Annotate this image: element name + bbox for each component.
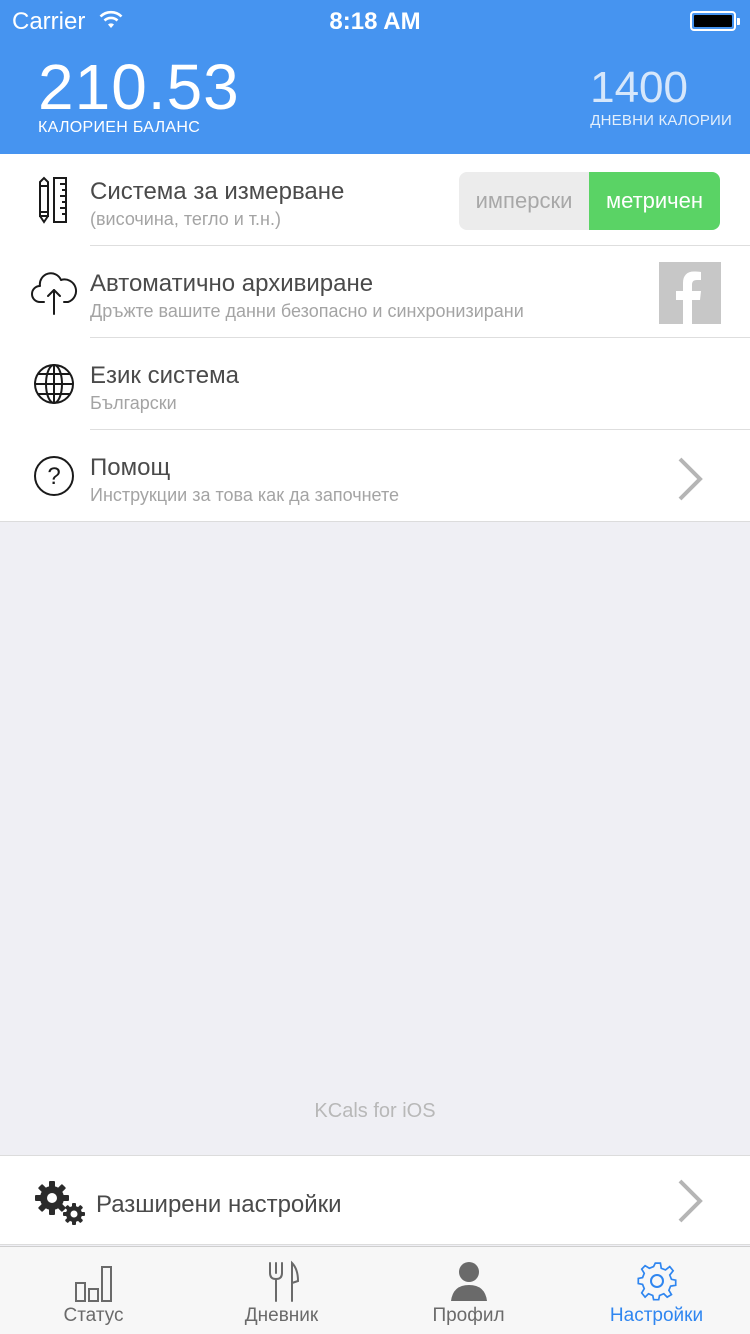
pencil-ruler-icon [39,176,67,224]
settings-list: Система за измерване (височина, тегло и … [0,154,750,522]
tab-status[interactable]: Статус [0,1247,187,1334]
fork-knife-icon [268,1260,299,1302]
advanced-settings-label: Разширени настройки [96,1191,342,1218]
measurement-system-row: Система за измерване (височина, тегло и … [0,154,750,246]
question-circle-icon: ? [34,456,74,496]
tab-profile[interactable]: Профил [375,1247,562,1334]
help-row[interactable]: ? Помощ Инструкции за това как да започн… [0,430,750,522]
tab-diary-label: Дневник [244,1305,319,1326]
imperial-option[interactable]: имперски [459,172,589,230]
auto-backup-row[interactable]: Автоматично архивиране Дръжте вашите дан… [0,246,750,338]
advanced-settings-row[interactable]: Разширени настройки [0,1155,750,1245]
battery-icon [690,11,740,31]
measurement-subtitle: (височина, тегло и т.н.) [90,209,281,229]
chevron-right-icon [678,457,703,501]
measurement-title: Система за измерване [90,178,345,205]
auto-backup-title: Автоматично архивиране [90,270,374,297]
app-version-label: KCals for iOS [314,1100,436,1122]
language-row[interactable]: Език система Български [0,338,750,430]
help-subtitle: Инструкции за това как да започнете [90,485,399,505]
daily-calories-value: 1400 [590,63,688,112]
calorie-header: Carrier 8:18 AM 210.53 КАЛОРИЕН БАЛАНС 1… [0,0,750,154]
bar-chart-icon [74,1266,112,1302]
cloud-upload-icon [31,272,78,315]
gear-icon [636,1262,677,1301]
clock: 8:18 AM [329,8,421,35]
tab-bar: Статус Дневник Профил Настройки [0,1246,750,1334]
daily-calories-label: ДНЕВНИ КАЛОРИИ [590,112,732,129]
language-title: Език система [90,362,239,389]
calorie-balance-value: 210.53 [38,51,240,123]
tab-status-label: Статус [63,1305,124,1326]
auto-backup-subtitle: Дръжте вашите данни безопасно и синхрони… [90,301,524,321]
settings-screen: Carrier 8:18 AM 210.53 КАЛОРИЕН БАЛАНС 1… [0,0,750,1334]
tab-diary[interactable]: Дневник [188,1247,375,1334]
help-title: Помощ [90,454,171,481]
metric-option[interactable]: метричен [589,172,720,230]
tab-settings-label: Настройки [609,1305,704,1326]
person-icon [450,1262,487,1301]
language-value: Български [90,393,177,413]
unit-segmented-control[interactable]: имперски метричен [459,172,720,230]
facebook-icon[interactable] [659,262,721,324]
gears-icon [35,1181,85,1225]
chevron-right-icon [678,1179,703,1223]
tab-settings[interactable]: Настройки [563,1247,750,1334]
calorie-balance-label: КАЛОРИЕН БАЛАНС [38,119,201,136]
globe-icon [34,364,74,404]
status-bar: Carrier 8:18 AM [0,0,750,40]
svg-text:?: ? [47,463,60,490]
tab-profile-label: Профил [432,1305,505,1326]
